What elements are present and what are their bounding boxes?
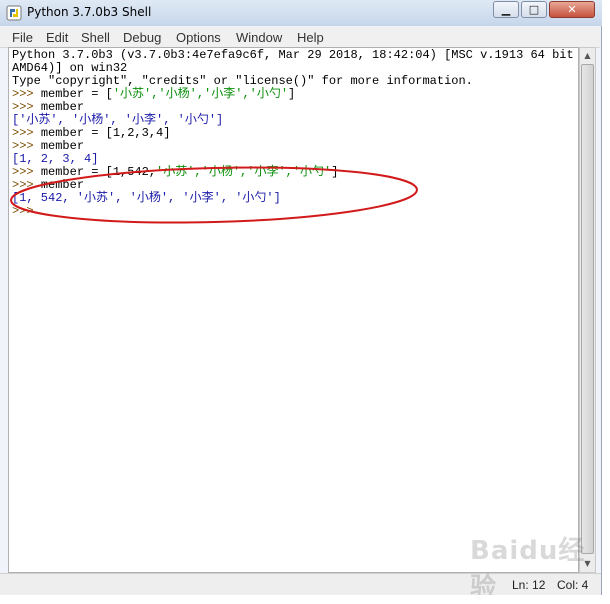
red-ellipse-annotation — [10, 166, 418, 224]
bottom-edge — [0, 595, 610, 603]
